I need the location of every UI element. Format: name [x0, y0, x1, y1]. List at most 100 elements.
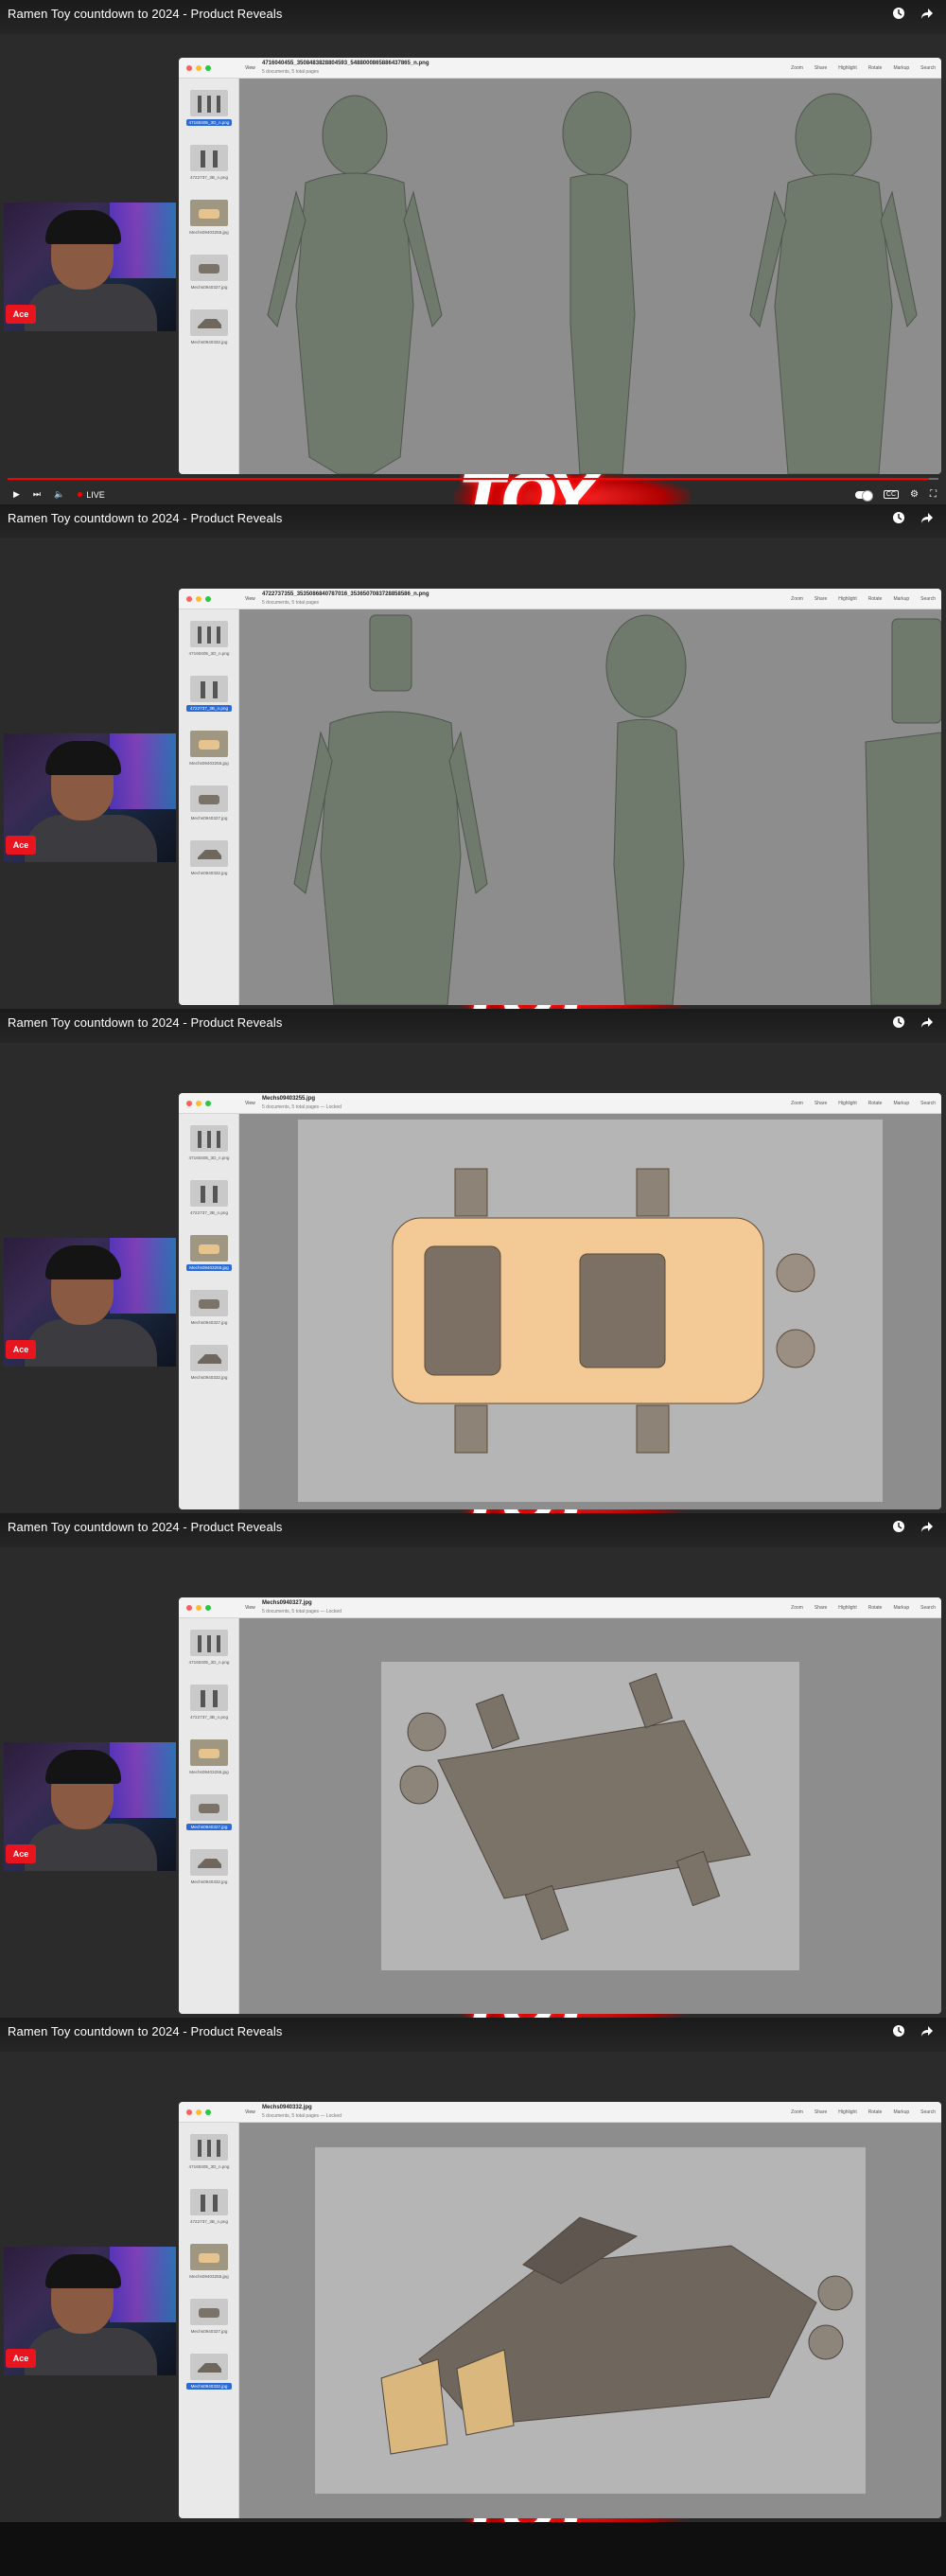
tool-search[interactable]: Search [920, 2109, 936, 2115]
tool-share[interactable]: Share [815, 2109, 827, 2115]
tool-zoom[interactable]: Zoom [791, 2109, 803, 2115]
view-menu[interactable]: View [245, 1101, 255, 1106]
close-icon[interactable] [186, 65, 192, 71]
zoom-icon[interactable] [205, 1605, 211, 1611]
tool-markup[interactable]: Markup [893, 2109, 909, 2115]
tool-highlight[interactable]: Highlight [838, 65, 856, 71]
fullscreen-icon[interactable]: ⛶ [930, 489, 937, 500]
tool-search[interactable]: Search [920, 1605, 936, 1611]
tool-share[interactable]: Share [815, 1101, 827, 1106]
close-icon[interactable] [186, 596, 192, 602]
share-icon[interactable] [920, 2023, 935, 2038]
share-icon[interactable] [920, 1519, 935, 1534]
tool-rotate[interactable]: Rotate [868, 1605, 883, 1611]
minimize-icon[interactable] [196, 1605, 201, 1611]
thumbnail-item[interactable]: Mechs0940327.jpg [186, 255, 232, 291]
thumbnail-item[interactable]: Mechs09403255.jpg [186, 731, 232, 767]
tool-search[interactable]: Search [920, 1101, 936, 1106]
clock-icon[interactable] [891, 1519, 906, 1534]
tool-rotate[interactable]: Rotate [868, 596, 883, 602]
share-icon[interactable] [920, 510, 935, 525]
tool-highlight[interactable]: Highlight [838, 596, 856, 602]
tool-highlight[interactable]: Highlight [838, 1101, 856, 1106]
tool-share[interactable]: Share [815, 1605, 827, 1611]
share-icon[interactable] [920, 6, 935, 21]
sculpt-helmet-figure [293, 614, 941, 1005]
thumbnail-item[interactable]: Mechs0940327.jpg [186, 1290, 232, 1326]
thumbnail-item[interactable]: Mechs0940327.jpg [186, 2299, 232, 2335]
clock-icon[interactable] [891, 6, 906, 21]
seek-bar[interactable] [8, 478, 938, 480]
tool-markup[interactable]: Markup [893, 1101, 909, 1106]
settings-icon[interactable]: ⚙ [910, 489, 919, 500]
thumbnail-item[interactable]: 47160405_3D_n.png [186, 2134, 232, 2170]
thumbnail-item[interactable]: 47160405_3D_n.png [186, 1125, 232, 1161]
thumbnail-item[interactable]: Mechs0940332.jpg [186, 1345, 232, 1381]
tool-markup[interactable]: Markup [893, 65, 909, 71]
live-indicator[interactable]: LIVE [78, 490, 105, 500]
image-canvas [239, 79, 941, 474]
tool-search[interactable]: Search [920, 596, 936, 602]
tool-rotate[interactable]: Rotate [868, 65, 883, 71]
thumbnail-item[interactable]: 47160405_3D_n.png [186, 621, 232, 657]
thumbnail-item[interactable]: 4722737_3B_n.png [186, 145, 232, 181]
close-icon[interactable] [186, 1101, 192, 1106]
thumbnail-item[interactable]: Mechs0940332.jpg [186, 309, 232, 345]
preview-window: View 4722737355_3535086840787016_3536507… [179, 589, 941, 1005]
share-icon[interactable] [920, 1015, 935, 1030]
zoom-icon[interactable] [205, 2109, 211, 2115]
view-menu[interactable]: View [245, 596, 255, 602]
minimize-icon[interactable] [196, 596, 201, 602]
thumbnail-item[interactable]: Mechs0940332.jpg [186, 1849, 232, 1885]
tool-highlight[interactable]: Highlight [838, 2109, 856, 2115]
zoom-icon[interactable] [205, 596, 211, 602]
tool-rotate[interactable]: Rotate [868, 1101, 883, 1106]
thumbnail-item[interactable]: 4722737_3B_n.png [186, 1685, 232, 1720]
thumbnail-item[interactable]: Mechs0940327.jpg [186, 1794, 232, 1830]
tool-rotate[interactable]: Rotate [868, 2109, 883, 2115]
clock-icon[interactable] [891, 1015, 906, 1030]
minimize-icon[interactable] [196, 65, 201, 71]
thumbnail-item[interactable]: Mechs0940327.jpg [186, 785, 232, 821]
tool-markup[interactable]: Markup [893, 596, 909, 602]
tool-share[interactable]: Share [815, 65, 827, 71]
thumbnail-sidebar: 47160405_3D_n.png 4722737_3B_n.png Mechs… [179, 1618, 239, 2014]
volume-icon[interactable]: 🔈 [54, 489, 64, 500]
thumbnail-item[interactable]: 4722737_3B_n.png [186, 2189, 232, 2225]
zoom-icon[interactable] [205, 65, 211, 71]
view-menu[interactable]: View [245, 1605, 255, 1611]
tool-markup[interactable]: Markup [893, 1605, 909, 1611]
clock-icon[interactable] [891, 510, 906, 525]
thumbnail-item[interactable]: 4722737_3B_n.png [186, 676, 232, 712]
thumbnail-item[interactable]: Mechs09403255.jpg [186, 1739, 232, 1775]
tool-search[interactable]: Search [920, 65, 936, 71]
tool-share[interactable]: Share [815, 596, 827, 602]
thumbnail-sidebar: 47160405_3D_n.png 4722737_3B_n.png Mechs… [179, 1114, 239, 1509]
thumbnail-item[interactable]: 47160405_3D_n.png [186, 90, 232, 126]
tool-highlight[interactable]: Highlight [838, 1605, 856, 1611]
thumbnail-item[interactable]: 47160405_3D_n.png [186, 1630, 232, 1666]
view-menu[interactable]: View [245, 65, 255, 71]
tool-zoom[interactable]: Zoom [791, 596, 803, 602]
view-menu[interactable]: View [245, 2109, 255, 2115]
tool-zoom[interactable]: Zoom [791, 1605, 803, 1611]
thumbnail-item[interactable]: Mechs0940332.jpg [186, 2354, 232, 2390]
tool-zoom[interactable]: Zoom [791, 1101, 803, 1106]
thumbnail-item[interactable]: Mechs09403255.jpg [186, 1235, 232, 1271]
autoplay-toggle[interactable] [854, 489, 873, 502]
play-icon[interactable]: ▶ [13, 489, 20, 500]
close-icon[interactable] [186, 2109, 192, 2115]
close-icon[interactable] [186, 1605, 192, 1611]
clock-icon[interactable] [891, 2023, 906, 2038]
minimize-icon[interactable] [196, 1101, 201, 1106]
next-icon[interactable]: ⏭ [33, 489, 41, 500]
thumbnail-item[interactable]: 4722737_3B_n.png [186, 1180, 232, 1216]
zoom-icon[interactable] [205, 1101, 211, 1106]
captions-icon[interactable]: CC [883, 490, 900, 499]
top-icons [891, 6, 935, 21]
minimize-icon[interactable] [196, 2109, 201, 2115]
thumbnail-item[interactable]: Mechs09403255.jpg [186, 2244, 232, 2280]
thumbnail-item[interactable]: Mechs0940332.jpg [186, 840, 232, 876]
tool-zoom[interactable]: Zoom [791, 65, 803, 71]
thumbnail-item[interactable]: Mechs09403255.jpg [186, 200, 232, 236]
